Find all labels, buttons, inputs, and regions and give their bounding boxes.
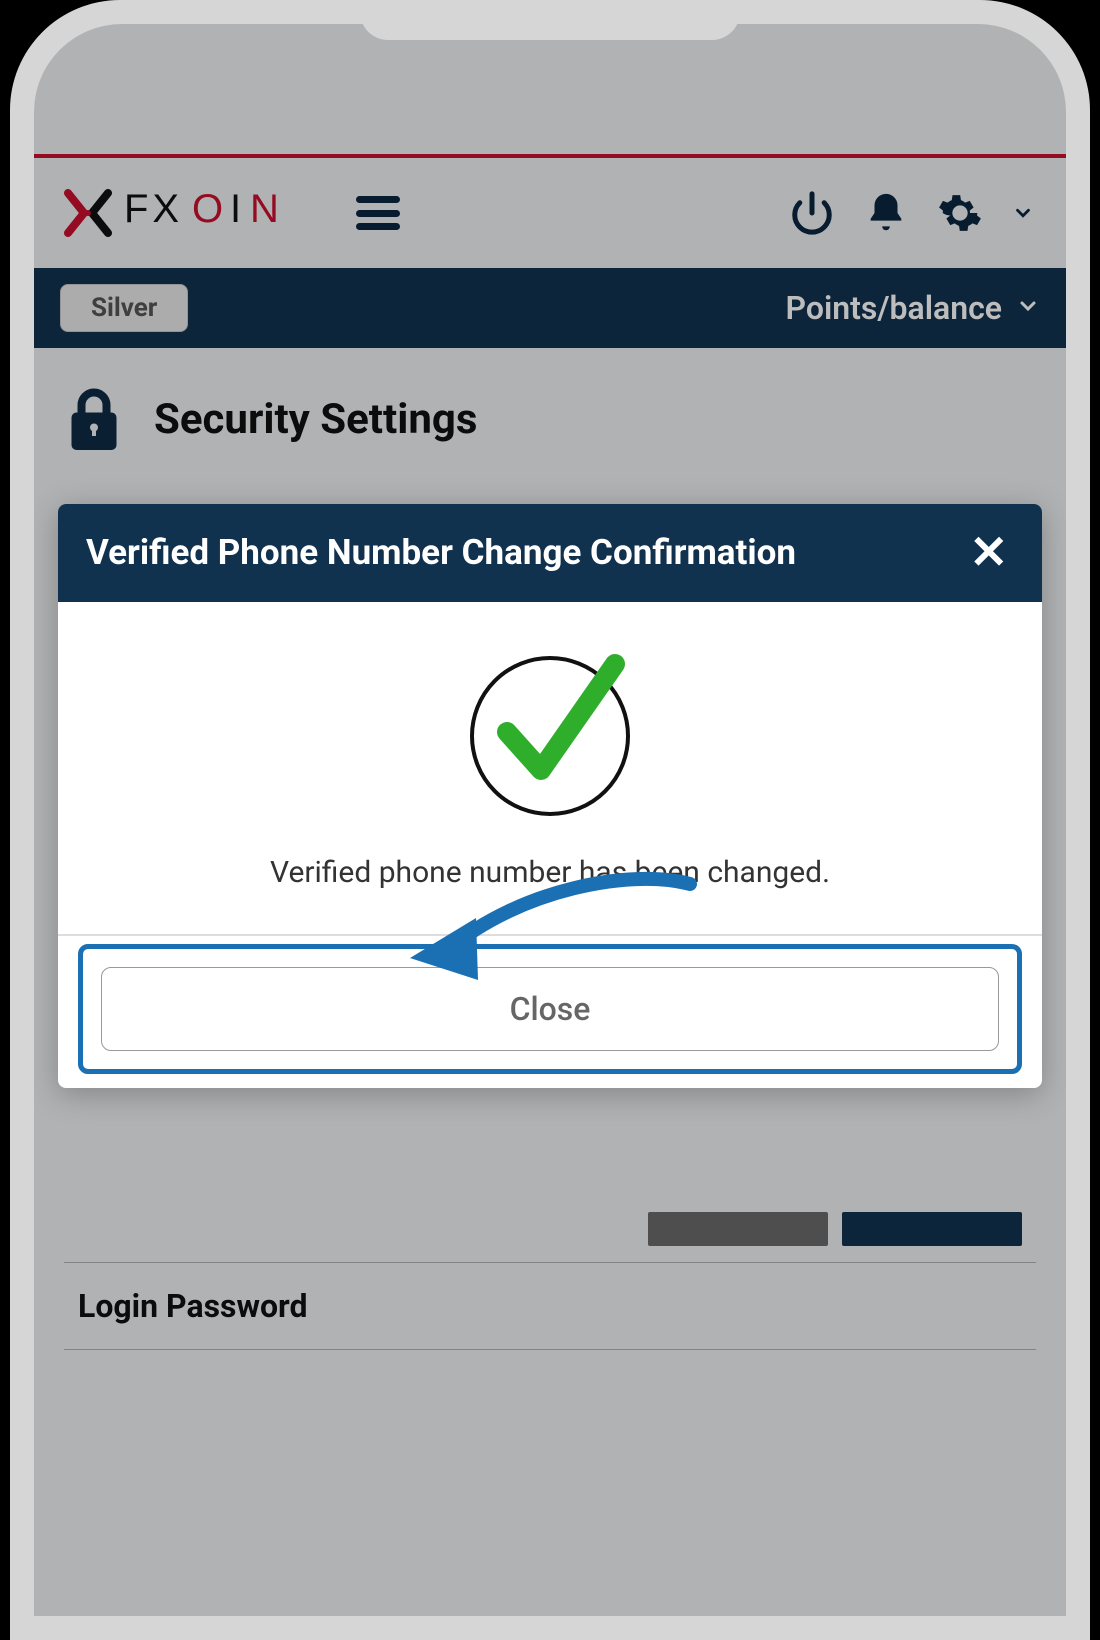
obscured-button — [842, 1212, 1022, 1246]
logo-text: FX O I N — [124, 188, 324, 239]
chevron-down-icon[interactable] — [1010, 189, 1036, 237]
points-balance-toggle[interactable]: Points/balance — [786, 289, 1040, 327]
menu-button[interactable] — [356, 196, 400, 230]
obscured-row-actions — [64, 1202, 1036, 1262]
app-header: FX O I N — [34, 158, 1066, 268]
confirmation-modal: Verified Phone Number Change Confirmatio… — [58, 504, 1042, 1088]
logo[interactable]: FX O I N — [64, 188, 324, 239]
account-bar: Silver Points/balance — [34, 268, 1066, 348]
obscured-button — [648, 1212, 828, 1246]
modal-body: Verified phone number has been changed. — [58, 602, 1042, 934]
success-check-icon — [457, 636, 643, 822]
close-icon[interactable]: ✕ — [963, 526, 1014, 580]
svg-text:FX: FX — [124, 188, 183, 230]
phone-screen: FX O I N — [34, 24, 1066, 1616]
points-balance-label: Points/balance — [786, 289, 1002, 327]
logo-mark-icon — [64, 189, 112, 237]
phone-frame: FX O I N — [10, 0, 1090, 1640]
phone-notch — [360, 0, 740, 40]
row-label: Login Password — [78, 1287, 307, 1325]
gear-icon[interactable] — [936, 189, 984, 237]
modal-header: Verified Phone Number Change Confirmatio… — [58, 504, 1042, 602]
svg-text:I: I — [230, 188, 245, 230]
power-icon[interactable] — [788, 189, 836, 237]
bell-icon[interactable] — [862, 189, 910, 237]
lock-icon — [64, 384, 124, 454]
chevron-down-icon — [1016, 292, 1040, 325]
annotation-arrow-icon — [390, 862, 710, 982]
login-password-row[interactable]: Login Password — [64, 1263, 1036, 1349]
svg-text:O: O — [192, 188, 227, 230]
modal-title: Verified Phone Number Change Confirmatio… — [86, 529, 963, 576]
tier-badge: Silver — [60, 284, 188, 332]
svg-text:N: N — [250, 188, 283, 230]
page-title-row: Security Settings — [34, 348, 1066, 482]
page-title: Security Settings — [154, 395, 477, 444]
